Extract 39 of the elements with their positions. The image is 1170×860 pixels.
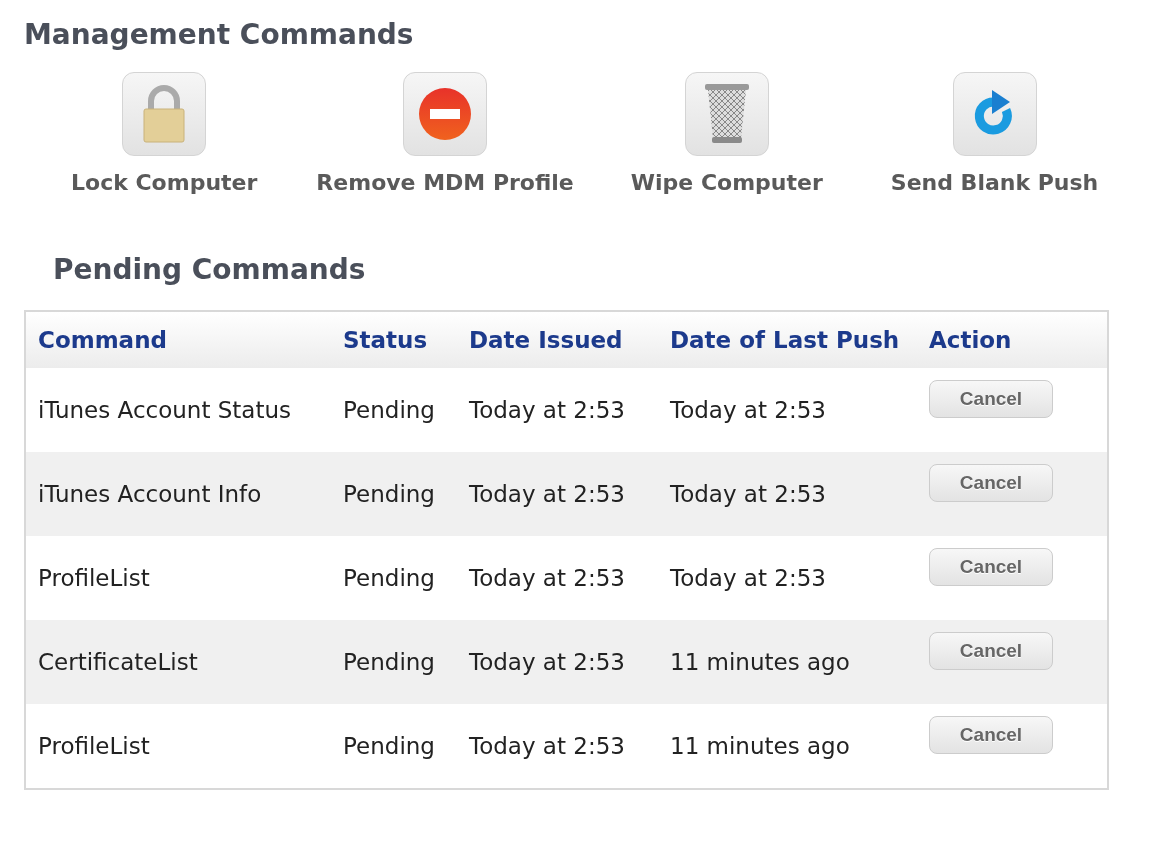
- table-cell-text: iTunes Account Status: [38, 395, 292, 425]
- table-cell-text: Pending: [343, 731, 436, 761]
- command-button[interactable]: Send Blank Push: [890, 71, 1099, 199]
- table-cell-text: iTunes Account Info: [38, 479, 263, 509]
- table-cell-text: Today at 2:53: [469, 479, 626, 509]
- table-cell-text: ProfileList: [38, 563, 151, 593]
- section-heading: Pending Commands: [53, 252, 367, 287]
- column-header: Action: [929, 325, 1013, 355]
- cancel-button[interactable]: Cancel: [929, 548, 1053, 587]
- table-cell-text: Today at 2:53: [469, 731, 626, 761]
- table-cell-text: Today at 2:53: [670, 395, 827, 425]
- section-heading: Management Commands: [24, 18, 415, 52]
- column-header: Status: [343, 325, 429, 355]
- table-cell-text: Pending: [343, 563, 436, 593]
- table-cell-text: Today at 2:53: [469, 647, 626, 677]
- table-cell-text: Today at 2:53: [469, 563, 626, 593]
- column-header: Date Issued: [469, 325, 624, 355]
- cancel-button[interactable]: Cancel: [929, 464, 1053, 503]
- table-cell-text: Today at 2:53: [469, 395, 626, 425]
- table-cell-text: Today at 2:53: [670, 563, 827, 593]
- command-button[interactable]: Remove MDM Profile: [316, 71, 574, 199]
- table-cell-text: Today at 2:53: [670, 479, 827, 509]
- table-cell-text: CertificateList: [38, 647, 199, 677]
- table-cell-text: Pending: [343, 479, 436, 509]
- column-header: Command: [38, 325, 168, 355]
- table-cell-text: 11 minutes ago: [670, 731, 851, 761]
- command-button[interactable]: Wipe Computer: [630, 71, 823, 199]
- no-entry-icon: [418, 86, 473, 141]
- table-cell-text: Pending: [343, 395, 436, 425]
- column-header: Date of Last Push: [670, 325, 901, 355]
- table-cell-text: Pending: [343, 647, 436, 677]
- cancel-button[interactable]: Cancel: [929, 632, 1053, 671]
- lock-icon: [142, 84, 187, 143]
- trash-icon: [703, 82, 750, 145]
- command-button[interactable]: Lock Computer: [71, 71, 258, 199]
- cancel-button[interactable]: Cancel: [929, 380, 1053, 419]
- table-cell-text: ProfileList: [38, 731, 151, 761]
- cancel-button[interactable]: Cancel: [929, 716, 1053, 755]
- table-cell-text: 11 minutes ago: [670, 647, 851, 677]
